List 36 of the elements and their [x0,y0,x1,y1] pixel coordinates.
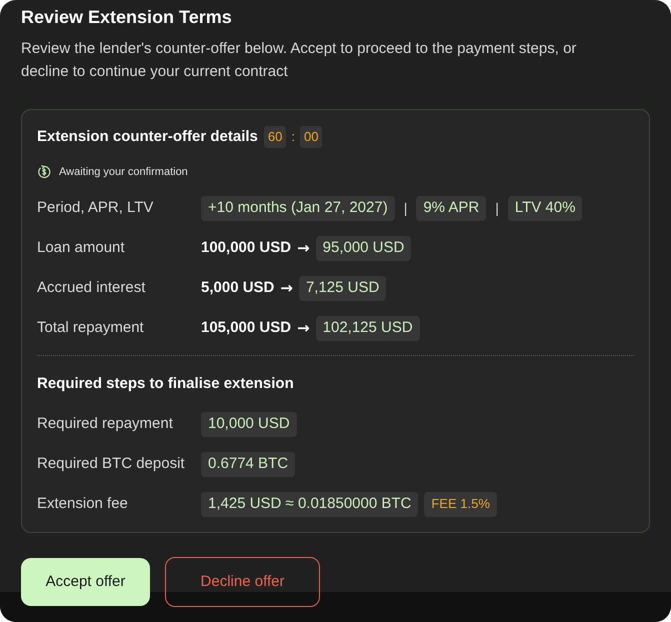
timer-seconds: 00 [300,126,322,148]
row-label: Total repayment [37,318,145,338]
separator: | [402,198,408,218]
value-badge: 1,425 USD ≈ 0.01850000 BTC [201,492,418,516]
timer-minutes: 60 [264,126,286,148]
value-badge: 95,000 USD [316,236,412,260]
dialog-title: Review Extension Terms [21,6,233,29]
row-label: Required repayment [37,414,174,434]
fee-badge: FEE 1.5% [424,492,497,516]
arrow-icon: → [297,316,310,340]
row-label: Period, APR, LTV [37,198,154,218]
value-badge: 0.6774 BTC [201,452,296,476]
value-badge: 102,125 USD [316,316,420,340]
decline-button[interactable]: Decline offer [165,557,320,607]
previous-value: 100,000 USD [201,238,292,258]
circular-arrow-icon [37,165,51,179]
value-badge: +10 months (Jan 27, 2027) [201,196,395,220]
value-badge: 9% APR [416,196,486,220]
previous-value: 105,000 USD [201,318,292,338]
arrow-icon: → [297,236,310,260]
value-badge: 10,000 USD [201,412,297,436]
previous-value: 5,000 USD [201,278,274,298]
accept-button[interactable]: Accept offer [21,558,150,606]
card-title: Extension counter-offer details [37,126,258,147]
dialog-description: Review the lender's counter-offer below. Accept to proceed to the payment steps, or decline to continue your current contract [21,39,578,82]
arrow-icon: → [280,276,293,300]
value-badge: LTV 40% [508,196,582,220]
status-text: Awaiting your confirmation [59,164,188,180]
row-label: Accrued interest [37,278,146,298]
section-title: Required steps to finalise extension [37,374,295,394]
value-badge: 7,125 USD [298,276,386,300]
separator: | [494,198,500,218]
timer-colon: : [290,128,296,146]
row-label: Extension fee [37,494,129,514]
row-label: Required BTC deposit [37,454,186,474]
row-label: Loan amount [37,238,126,258]
